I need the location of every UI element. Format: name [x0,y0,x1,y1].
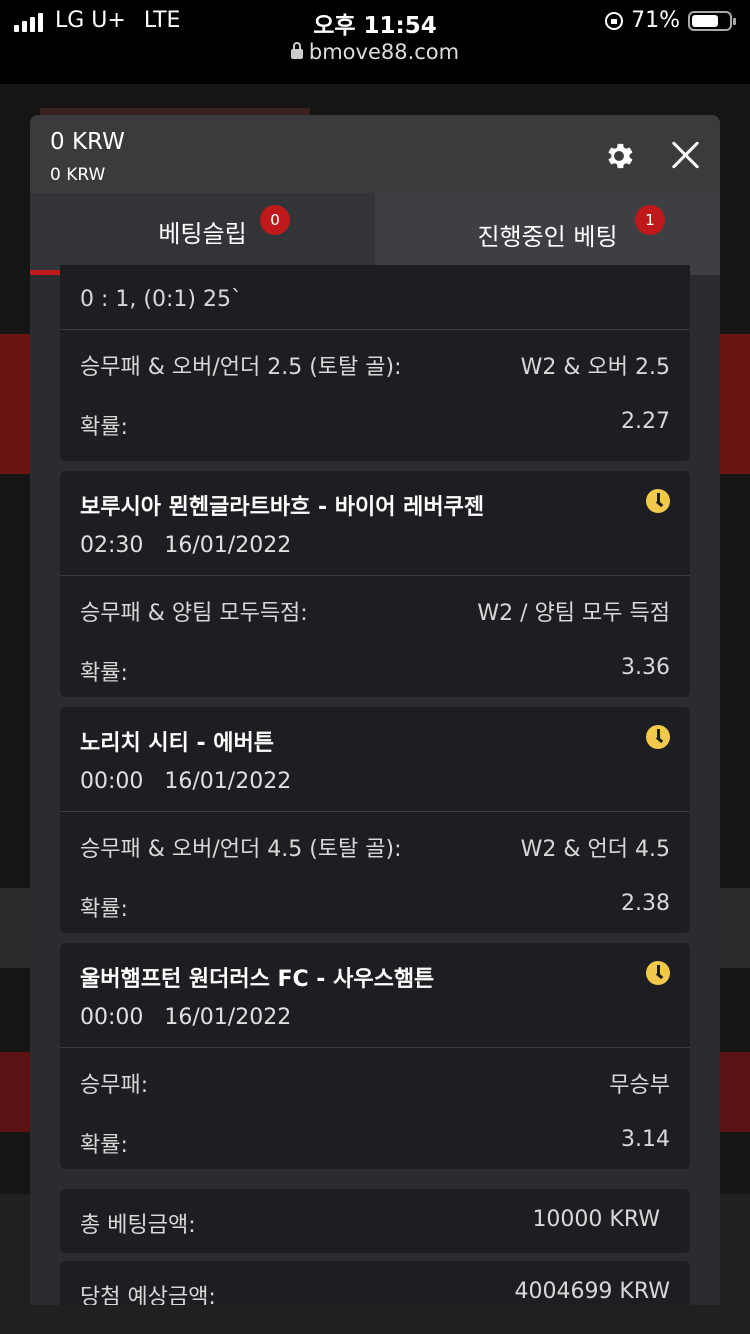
tab-label: 베팅슬립 [158,220,247,248]
status-bar: LG U+ LTE 오후 11:54 71% bmove88.com [0,0,750,84]
url-bar[interactable]: bmove88.com [0,40,750,64]
odds-label: 확률: [80,1133,128,1158]
market-row: 승무패 & 오버/언더 2.5 (토탈 골): W2 & 오버 2.5 [80,349,670,381]
tab-badge: 0 [260,205,290,235]
clock-icon [646,961,670,985]
balance-primary: 0 KRW [50,129,125,155]
bet-card: 울버햄프턴 원더러스 FC - 사우스햄튼 00:00 16/01/2022 승… [60,943,690,1169]
odds-row: 확률: 3.36 [80,655,670,687]
odds-value: 2.27 [621,409,670,434]
odds-row: 확률: 3.14 [80,1127,670,1159]
modal-header: 0 KRW 0 KRW [30,115,720,193]
potential-win-box: 당첨 예상금액: 4004699 KRW [60,1261,690,1305]
odds-value: 3.36 [621,655,670,680]
selection-value: W2 / 양팀 모두 득점 [477,601,670,626]
odds-value: 3.14 [621,1127,670,1152]
match-title: 노리치 시티 - 에버튼 [80,731,275,756]
balance-secondary: 0 KRW [50,165,106,185]
tab-label: 진행중인 베팅 [477,222,618,251]
total-stake-value: 10000 KRW [532,1207,660,1232]
total-stake-box: 총 베팅금액: 10000 KRW [60,1189,690,1253]
gear-icon[interactable] [602,139,636,173]
bet-card: 0 : 1, (0:1) 25` 승무패 & 오버/언더 2.5 (토탈 골):… [60,265,690,461]
tab-badge: 1 [635,205,665,235]
potential-win-value: 4004699 KRW [514,1279,670,1304]
market-label: 승무패 & 오버/언더 2.5 (토탈 골): [80,355,402,380]
selection-value: W2 & 언더 4.5 [520,837,670,862]
url-text: bmove88.com [308,40,460,64]
tab-betslip[interactable]: 베팅슬립 0 [30,193,375,275]
selection-value: W2 & 오버 2.5 [520,355,670,380]
market-row: 승무패: 무승부 [80,1067,670,1099]
betslip-list[interactable]: 0 : 1, (0:1) 25` 승무패 & 오버/언더 2.5 (토탈 골):… [30,265,720,1305]
match-title: 보루시아 묀헨글라트바흐 - 바이어 레버쿠젠 [80,495,485,520]
market-row: 승무패 & 양팀 모두득점: W2 / 양팀 모두 득점 [80,595,670,627]
odds-label: 확률: [80,415,128,440]
match-datetime: 00:00 16/01/2022 [80,769,292,794]
battery-percent: 71% [631,8,680,33]
market-label: 승무패 & 오버/언더 4.5 (토탈 골): [80,837,402,862]
modal-tabs: 베팅슬립 0 진행중인 베팅 1 [30,193,720,275]
bet-card: 노리치 시티 - 에버튼 00:00 16/01/2022 승무패 & 오버/언… [60,707,690,933]
clock-icon [646,489,670,513]
potential-win-label: 당첨 예상금액: [80,1285,216,1305]
odds-row: 확률: 2.27 [80,409,670,441]
bet-card: 보루시아 묀헨글라트바흐 - 바이어 레버쿠젠 02:30 16/01/2022… [60,471,690,697]
rotation-lock-icon [605,11,624,30]
odds-label: 확률: [80,661,128,686]
betslip-modal: 0 KRW 0 KRW 베팅슬립 0 진행중인 베팅 1 0 : 1, (0:1… [30,115,720,1305]
total-stake-label: 총 베팅금액: [80,1213,196,1238]
close-icon[interactable] [668,137,704,173]
padlock-icon [290,42,303,59]
score-line: 0 : 1, (0:1) 25` [80,287,242,312]
match-datetime: 00:00 16/01/2022 [80,1005,292,1030]
market-row: 승무패 & 오버/언더 4.5 (토탈 골): W2 & 언더 4.5 [80,831,670,863]
match-datetime: 02:30 16/01/2022 [80,533,292,558]
market-label: 승무패 & 양팀 모두득점: [80,601,308,626]
status-right: 71% [605,8,736,33]
odds-value: 2.38 [621,891,670,916]
selection-value: 무승부 [609,1073,670,1098]
market-label: 승무패: [80,1073,149,1098]
odds-label: 확률: [80,897,128,922]
tab-active-bets[interactable]: 진행중인 베팅 1 [375,193,720,275]
clock-icon [646,725,670,749]
match-title: 울버햄프턴 원더러스 FC - 사우스햄튼 [80,967,435,992]
odds-row: 확률: 2.38 [80,891,670,923]
battery-icon [688,10,736,31]
